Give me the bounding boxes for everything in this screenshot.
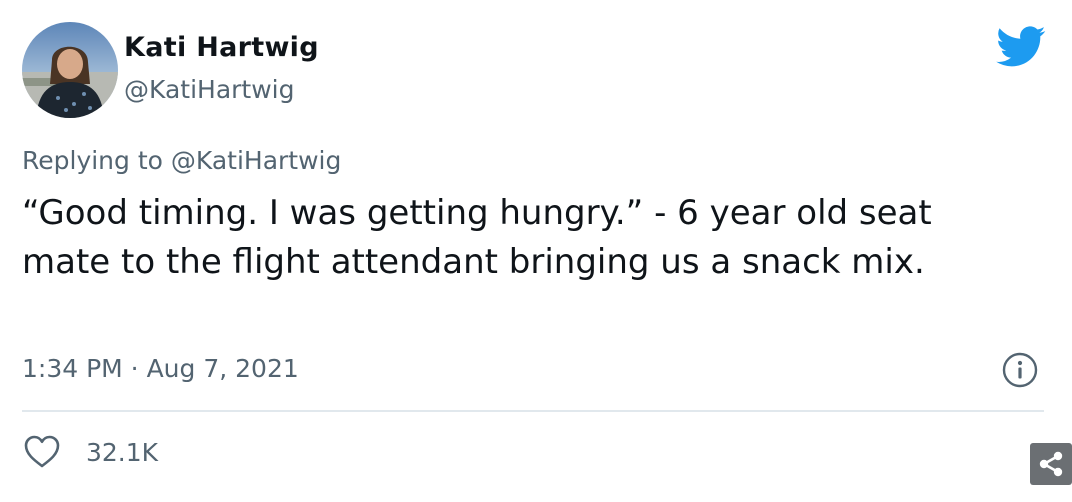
divider [22,410,1044,412]
reply-prefix: Replying to [22,146,171,175]
avatar-photo [22,22,118,118]
avatar[interactable] [22,22,118,118]
tweet-timestamp[interactable]: 1:34 PM · Aug 7, 2021 [22,351,299,387]
heart-icon [24,435,60,468]
reply-context: Replying to @KatiHartwig [22,144,341,178]
like-button[interactable]: 32.1K [22,432,158,472]
author-display-name[interactable]: Kati Hartwig [124,30,319,66]
share-icon [1039,451,1063,477]
info-icon[interactable] [1002,352,1038,388]
twitter-bird-icon[interactable] [996,26,1046,68]
tweet-text: “Good timing. I was getting hungry.” - 6… [22,193,932,282]
author-handle[interactable]: @KatiHartwig [124,73,294,107]
reply-handle-link[interactable]: @KatiHartwig [171,146,341,175]
like-count: 32.1K [86,437,159,467]
share-button[interactable] [1030,443,1072,485]
